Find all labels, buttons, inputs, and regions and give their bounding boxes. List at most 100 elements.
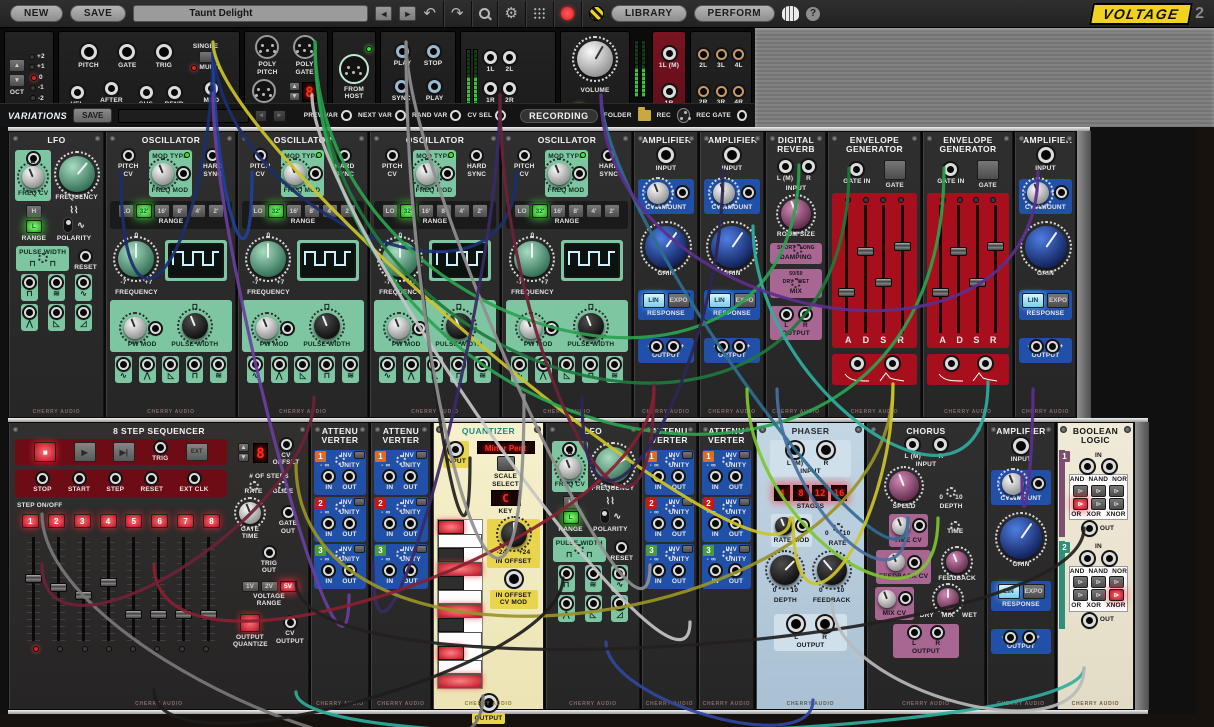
env-inv-out-jack[interactable] <box>851 357 864 370</box>
seq-step-button[interactable]: ▶| <box>113 442 135 462</box>
sine-out-jack[interactable] <box>118 359 129 370</box>
bool2-out-jack[interactable] <box>1083 614 1096 627</box>
pw-mod-jack[interactable] <box>546 323 557 334</box>
perform-button[interactable]: PERFORM <box>694 5 776 22</box>
feedback-cv-jack[interactable] <box>909 557 920 568</box>
range-16-button[interactable]: 16' <box>154 204 170 218</box>
feedback-cv-knob[interactable] <box>887 553 905 571</box>
env-inv-out-jack[interactable] <box>945 357 958 370</box>
quantizer-key[interactable] <box>438 576 464 590</box>
out-4l-jack[interactable] <box>733 49 744 60</box>
nand-button[interactable]: ⊳ <box>1091 485 1106 497</box>
or-button[interactable]: ⊳ <box>1073 498 1088 510</box>
att-in-jack[interactable] <box>384 565 395 576</box>
att-in-jack[interactable] <box>323 565 334 576</box>
pulse-width-knob[interactable] <box>578 313 604 339</box>
volume-knob[interactable] <box>577 41 613 77</box>
range-32-button[interactable]: 32' <box>400 204 416 218</box>
phaser-in-l-jack[interactable] <box>787 442 803 458</box>
stages-12-button[interactable]: 12 <box>812 485 828 501</box>
frequency-knob[interactable] <box>595 447 631 483</box>
quantizer-key[interactable] <box>438 674 482 688</box>
range-lo-button[interactable]: LO <box>250 204 266 218</box>
trig-jack[interactable] <box>156 44 172 60</box>
range-4-button[interactable]: 4' <box>190 204 206 218</box>
sine-out-jack[interactable] <box>78 277 89 288</box>
expo-button[interactable]: EXPO <box>734 293 756 308</box>
aftertouch-jack[interactable] <box>105 82 118 95</box>
step-slider-1[interactable] <box>27 537 40 641</box>
out-4r-jack[interactable] <box>733 86 744 97</box>
phaser-in-r-jack[interactable] <box>818 442 834 458</box>
cv-offset-jack[interactable] <box>281 439 292 450</box>
pitch-cv-jack[interactable] <box>123 150 134 161</box>
out-1l-m-jack[interactable] <box>663 47 676 60</box>
att-out-jack[interactable] <box>405 518 416 529</box>
pw-mod-jack[interactable] <box>150 323 161 334</box>
range-2v-button[interactable]: 2V <box>261 581 278 592</box>
chorus-out-l-jack[interactable] <box>909 627 920 638</box>
frequency-knob[interactable] <box>514 241 550 277</box>
sine-out-jack[interactable] <box>250 359 261 370</box>
xor-button[interactable]: ⊳ <box>1091 589 1106 601</box>
seq-cv-output-jack[interactable] <box>285 617 296 628</box>
range-4-button[interactable]: 4' <box>322 204 338 218</box>
gate-in-jack[interactable] <box>850 163 863 176</box>
step-button-8[interactable]: 8 <box>203 514 220 528</box>
cv-amount-knob[interactable] <box>1002 473 1024 495</box>
variation-prev-button[interactable]: ◄ <box>255 110 267 122</box>
octave-down-button[interactable]: ▼ <box>9 74 25 87</box>
chorus-out-r-jack[interactable] <box>932 627 943 638</box>
bool1-in-b-jack[interactable] <box>1103 460 1116 473</box>
cable-color-icon[interactable] <box>589 6 604 21</box>
out-3r-jack[interactable] <box>716 86 727 97</box>
noise-out-jack[interactable] <box>345 359 356 370</box>
gain-knob[interactable] <box>645 226 687 268</box>
patch-name-field[interactable]: Taunt Delight <box>133 5 368 22</box>
pitch-cv-jack[interactable] <box>387 150 398 161</box>
bend-jack[interactable] <box>168 86 181 99</box>
range-lo-button[interactable]: LO <box>514 204 530 218</box>
range-2-button[interactable]: 2' <box>208 204 224 218</box>
range-32-button[interactable]: 32' <box>136 204 152 218</box>
sync-out-jack[interactable] <box>395 80 408 93</box>
next-patch-button[interactable]: ► <box>399 6 416 21</box>
out-2l-aux-jack[interactable] <box>698 49 709 60</box>
range-8-button[interactable]: 8' <box>172 204 188 218</box>
phaser-out-l-jack[interactable] <box>788 616 804 632</box>
att-out-jack[interactable] <box>673 518 684 529</box>
att-out-jack[interactable] <box>344 471 355 482</box>
freq-cv-knob[interactable] <box>22 166 44 188</box>
manual-gate-button[interactable] <box>977 160 999 180</box>
xnor-button[interactable]: ⊳ <box>1109 498 1124 510</box>
inv-button[interactable] <box>682 451 693 459</box>
chorus-feedback-knob[interactable] <box>946 551 968 573</box>
seq-stop-button[interactable]: ■ <box>34 442 56 462</box>
bool2-in-a-jack[interactable] <box>1081 552 1094 565</box>
attack-slider[interactable] <box>934 205 947 333</box>
amp-output-plus-jack[interactable] <box>668 341 679 352</box>
saw-out-jack[interactable] <box>429 359 440 370</box>
poly-gate-jack[interactable] <box>293 35 317 59</box>
out-2r-aux-jack[interactable] <box>698 86 709 97</box>
amp-output-minus-jack[interactable] <box>651 341 662 352</box>
quantizer-key[interactable] <box>438 548 464 562</box>
saw-out-jack[interactable] <box>561 359 572 370</box>
mix-knob[interactable] <box>937 588 959 610</box>
att-out-jack[interactable] <box>405 565 416 576</box>
pulse-width-knob[interactable] <box>182 313 208 339</box>
att-in-jack[interactable] <box>323 471 334 482</box>
reverb-out-l-jack[interactable] <box>781 309 792 320</box>
quantizer-key[interactable] <box>438 562 482 576</box>
sustain-slider[interactable] <box>971 205 984 333</box>
triangle-out-jack[interactable] <box>406 359 417 370</box>
seq-step-jack[interactable] <box>110 473 121 484</box>
step-slider-8[interactable] <box>202 537 215 641</box>
cable-visibility-icon[interactable] <box>533 7 546 20</box>
saw-out-jack[interactable] <box>165 359 176 370</box>
noise-out-jack[interactable] <box>609 359 620 370</box>
hard-sync-jack[interactable] <box>471 150 482 161</box>
time-cv-jack[interactable] <box>914 520 925 531</box>
in-offset-knob[interactable] <box>501 521 527 547</box>
range-8-button[interactable]: 8' <box>304 204 320 218</box>
